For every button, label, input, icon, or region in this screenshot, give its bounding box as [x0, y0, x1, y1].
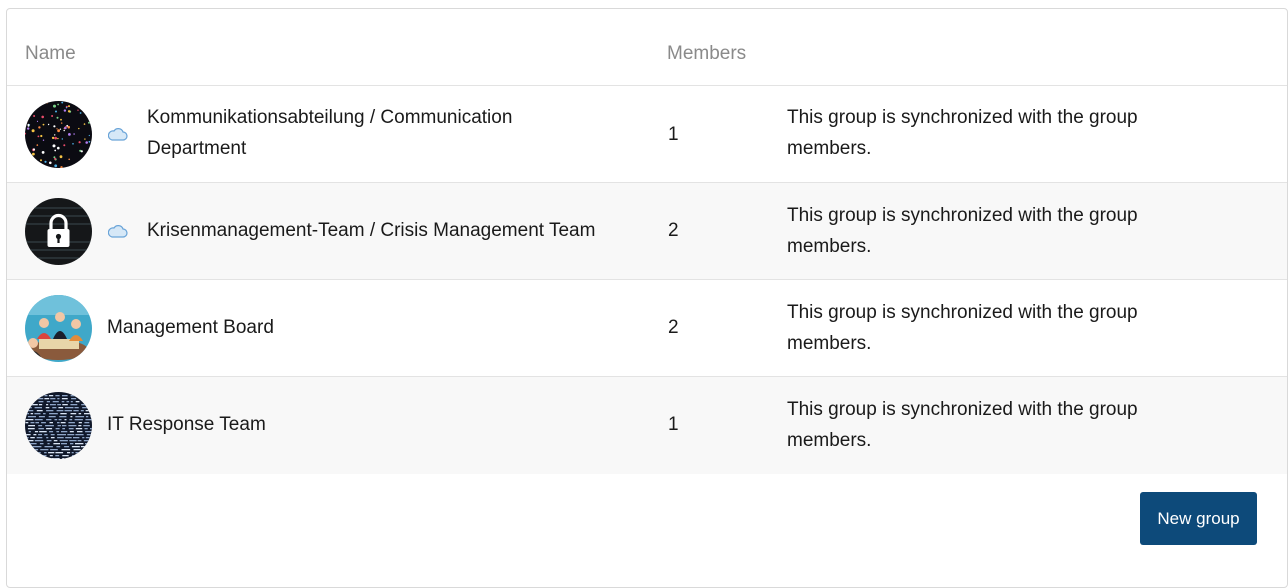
- member-count: 1: [668, 409, 679, 440]
- member-count: 1: [668, 119, 679, 150]
- sync-description-line: members.: [787, 231, 1207, 262]
- member-count: 2: [668, 215, 679, 246]
- group-name: Krisenmanagement-Team / Crisis Managemen…: [147, 215, 595, 246]
- meeting-avatar: [25, 295, 92, 362]
- column-header-members: Members: [667, 43, 746, 65]
- group-avatar: [25, 392, 92, 459]
- member-count: 2: [668, 312, 679, 343]
- sync-description: This group is synchronized with the grou…: [787, 297, 1207, 359]
- groups-panel: Name Members Kommunikationsabteilung / C…: [6, 8, 1288, 588]
- cloud-icon: [108, 127, 128, 141]
- sync-description: This group is synchronized with the grou…: [787, 102, 1207, 164]
- sync-description-line: members.: [787, 328, 1207, 359]
- group-avatar: [25, 295, 92, 362]
- group-name-line: Department: [147, 133, 512, 164]
- sync-description-line: This group is synchronized with the grou…: [787, 102, 1207, 133]
- table-row[interactable]: Management Board 2 This group is synchro…: [7, 280, 1287, 377]
- sync-description: This group is synchronized with the grou…: [787, 394, 1207, 456]
- sync-description-line: This group is synchronized with the grou…: [787, 200, 1207, 231]
- sync-description-line: members.: [787, 133, 1207, 164]
- sync-description-line: This group is synchronized with the grou…: [787, 297, 1207, 328]
- sync-description-line: This group is synchronized with the grou…: [787, 394, 1207, 425]
- table-row[interactable]: Kommunikationsabteilung / Communication …: [7, 86, 1287, 183]
- cloud-icon: [108, 224, 128, 238]
- confetti-avatar: [25, 101, 92, 168]
- column-header-name: Name: [25, 43, 76, 65]
- group-avatar: [25, 198, 92, 265]
- table-row[interactable]: IT Response Team 1 This group is synchro…: [7, 377, 1287, 474]
- table-header: Name Members: [7, 9, 1287, 86]
- sync-description: This group is synchronized with the grou…: [787, 200, 1207, 262]
- table-row[interactable]: Krisenmanagement-Team / Crisis Managemen…: [7, 183, 1287, 280]
- group-avatar: [25, 101, 92, 168]
- padlock-avatar: [25, 198, 92, 265]
- code-avatar: [25, 392, 92, 459]
- group-name-line: Kommunikationsabteilung / Communication: [147, 102, 512, 133]
- new-group-button[interactable]: New group: [1140, 492, 1257, 545]
- group-name: IT Response Team: [107, 409, 266, 440]
- group-name: Management Board: [107, 312, 274, 343]
- group-name: Kommunikationsabteilung / Communication …: [147, 102, 512, 164]
- sync-description-line: members.: [787, 425, 1207, 456]
